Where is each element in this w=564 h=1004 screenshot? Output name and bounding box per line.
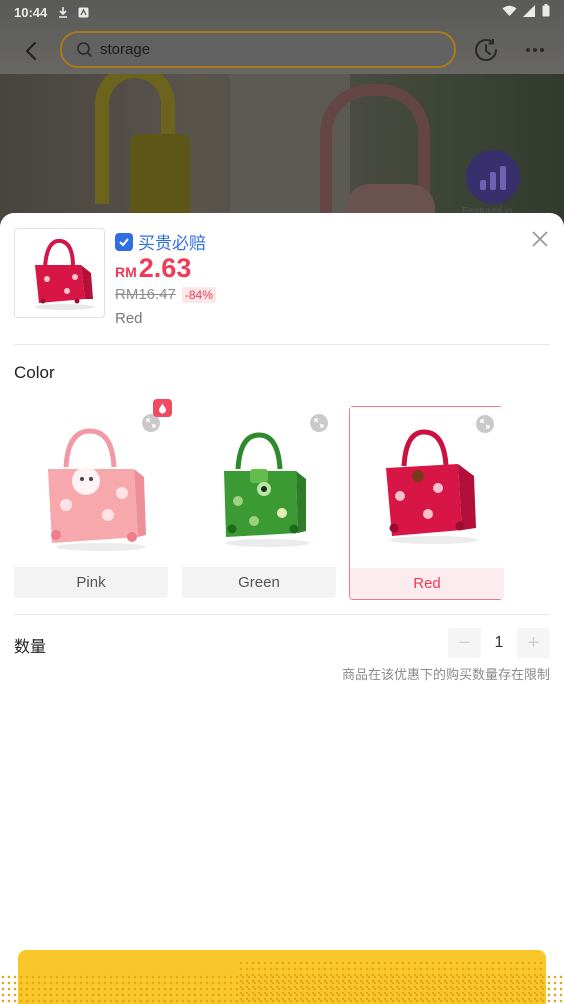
quantity-value[interactable]: 1: [495, 634, 504, 652]
purchase-limit-note: 商品在该优惠下的购买数量存在限制: [341, 668, 550, 683]
price-amount: 2.63: [138, 253, 192, 283]
close-icon: [532, 231, 548, 247]
confirm-button[interactable]: [0, 950, 564, 1004]
color-option-red[interactable]: Red: [349, 406, 504, 600]
expand-icon[interactable]: [476, 415, 494, 433]
verified-shield-icon: [115, 232, 133, 251]
wifi-icon: [502, 5, 517, 20]
expand-icon[interactable]: [310, 414, 328, 432]
quantity-decrease-button[interactable]: −: [448, 628, 481, 658]
selected-variant-label: Red: [115, 310, 143, 327]
back-arrow-icon: [25, 41, 37, 61]
search-query: storage: [100, 41, 151, 58]
history-button[interactable]: [472, 36, 500, 64]
download-icon: [57, 6, 69, 18]
search-icon: [77, 41, 93, 57]
current-price: RM 2.63: [115, 253, 191, 284]
close-button[interactable]: [528, 227, 552, 251]
more-dot-icon: [540, 48, 544, 52]
red-bag-image: [35, 238, 95, 310]
sku-selector-sheet: 买贵必赔 RM 2.63 RM16.47 -84% Red Color Pink: [0, 213, 564, 1004]
divider: [14, 614, 550, 615]
guarantee-label: 买贵必赔: [138, 234, 206, 254]
divider: [14, 344, 550, 345]
more-dot-icon: [526, 48, 530, 52]
original-price-row: RM16.47 -84%: [115, 286, 216, 303]
color-option-label: Pink: [14, 567, 168, 598]
history-icon: [475, 39, 498, 62]
top-nav-bar: storage: [0, 28, 564, 72]
battery-icon: [542, 4, 550, 20]
hot-flame-icon: [153, 399, 172, 417]
quantity-stepper[interactable]: − 1 +: [448, 628, 550, 658]
back-button[interactable]: [16, 36, 46, 66]
color-option-pink[interactable]: Pink: [14, 406, 168, 600]
status-time: 10:44: [14, 4, 48, 20]
color-section-title: Color: [14, 363, 55, 382]
app-notification-icon: [77, 6, 89, 18]
search-input[interactable]: storage: [60, 31, 456, 68]
color-option-label: Green: [182, 567, 336, 598]
signal-icon: [523, 4, 536, 20]
price-guarantee-badge[interactable]: 买贵必赔: [115, 229, 206, 254]
quantity-title: 数量: [14, 637, 47, 656]
price-currency: RM: [115, 264, 137, 280]
background-page: 10:44 storage Featured in: [0, 0, 564, 230]
quantity-increase-button[interactable]: +: [517, 628, 550, 658]
more-dot-icon: [533, 48, 537, 52]
more-options-button[interactable]: [522, 36, 548, 64]
color-option-label: Red: [350, 568, 504, 599]
color-option-green[interactable]: Green: [182, 406, 336, 600]
featured-badge-button[interactable]: [466, 150, 520, 204]
selected-product-thumbnail[interactable]: [14, 228, 105, 318]
original-price: RM16.47: [115, 286, 176, 303]
discount-badge: -84%: [181, 286, 216, 303]
status-bar: 10:44: [0, 0, 564, 24]
